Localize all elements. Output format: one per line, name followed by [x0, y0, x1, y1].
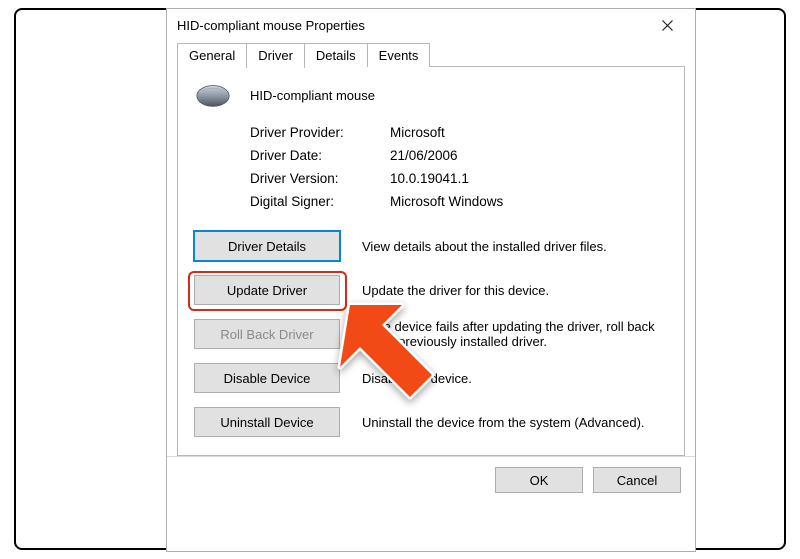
tab-general[interactable]: General [177, 43, 247, 67]
row-uninstall-device: Uninstall Device Uninstall the device fr… [194, 407, 668, 437]
desc-uninstall-device: Uninstall the device from the system (Ad… [362, 415, 668, 430]
titlebar: HID-compliant mouse Properties [167, 9, 695, 41]
dialog-footer: OK Cancel [167, 456, 695, 508]
device-header: HID-compliant mouse [194, 81, 668, 109]
properties-dialog: HID-compliant mouse Properties General D… [166, 8, 696, 552]
roll-back-driver-button: Roll Back Driver [194, 319, 340, 349]
ok-button[interactable]: OK [495, 467, 583, 493]
value-provider: Microsoft [390, 125, 445, 140]
label-provider: Driver Provider: [250, 125, 390, 140]
tabstrip: General Driver Details Events [177, 41, 685, 67]
desc-roll-back: If the device fails after updating the d… [362, 319, 668, 349]
disable-device-button[interactable]: Disable Device [194, 363, 340, 393]
row-provider: Driver Provider: Microsoft [250, 121, 668, 144]
tabs-container: General Driver Details Events [167, 41, 695, 456]
tabpage-driver: HID-compliant mouse Driver Provider: Mic… [177, 67, 685, 456]
action-buttons-area: Driver Details View details about the in… [194, 231, 668, 437]
value-date: 21/06/2006 [390, 148, 458, 163]
window-title: HID-compliant mouse Properties [177, 18, 647, 33]
row-signer: Digital Signer: Microsoft Windows [250, 190, 668, 213]
value-signer: Microsoft Windows [390, 194, 503, 209]
desc-disable-device: Disable the device. [362, 371, 668, 386]
tab-details[interactable]: Details [304, 43, 368, 67]
screenshot-frame: HID-compliant mouse Properties General D… [14, 8, 786, 550]
mouse-icon [194, 81, 232, 109]
label-date: Driver Date: [250, 148, 390, 163]
driver-info-table: Driver Provider: Microsoft Driver Date: … [250, 121, 668, 213]
row-disable-device: Disable Device Disable the device. [194, 363, 668, 393]
label-signer: Digital Signer: [250, 194, 390, 209]
desc-driver-details: View details about the installed driver … [362, 239, 668, 254]
label-version: Driver Version: [250, 171, 390, 186]
update-driver-button[interactable]: Update Driver [194, 275, 340, 305]
tab-events[interactable]: Events [367, 43, 431, 67]
tab-driver[interactable]: Driver [246, 43, 305, 68]
close-button[interactable] [647, 11, 687, 39]
close-icon [662, 20, 673, 31]
row-update-driver: Update Driver Update the driver for this… [194, 275, 668, 305]
row-roll-back: Roll Back Driver If the device fails aft… [194, 319, 668, 349]
cancel-button[interactable]: Cancel [593, 467, 681, 493]
row-date: Driver Date: 21/06/2006 [250, 144, 668, 167]
row-driver-details: Driver Details View details about the in… [194, 231, 668, 261]
uninstall-device-button[interactable]: Uninstall Device [194, 407, 340, 437]
value-version: 10.0.19041.1 [390, 171, 469, 186]
driver-details-button[interactable]: Driver Details [194, 231, 340, 261]
row-version: Driver Version: 10.0.19041.1 [250, 167, 668, 190]
desc-update-driver: Update the driver for this device. [362, 283, 668, 298]
device-name: HID-compliant mouse [250, 88, 375, 103]
